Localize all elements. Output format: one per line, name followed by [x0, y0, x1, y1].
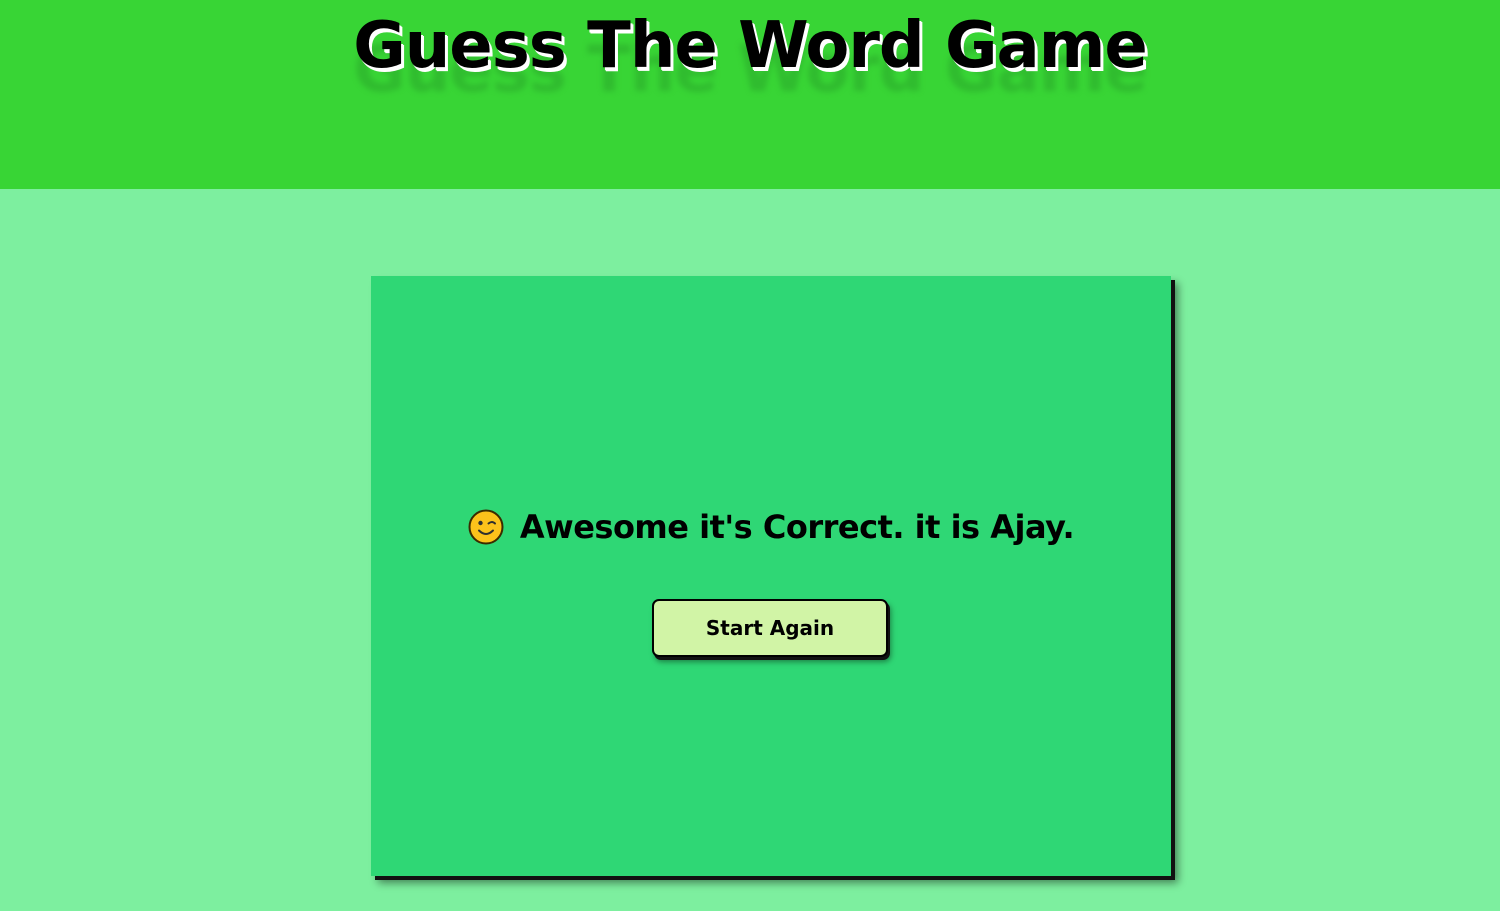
game-card: Awesome it's Correct. it is Ajay. Start …: [371, 276, 1171, 876]
title-wrap: Guess The Word Game Guess The Word Game: [0, 6, 1500, 116]
result-text: Awesome it's Correct. it is Ajay.: [519, 508, 1075, 546]
winking-face-icon: [468, 509, 504, 545]
result-message-row: Awesome it's Correct. it is Ajay.: [371, 504, 1171, 550]
header-bar: Guess The Word Game Guess The Word Game: [0, 0, 1500, 189]
start-again-button[interactable]: Start Again: [652, 599, 888, 657]
page-title: Guess The Word Game: [353, 9, 1148, 83]
